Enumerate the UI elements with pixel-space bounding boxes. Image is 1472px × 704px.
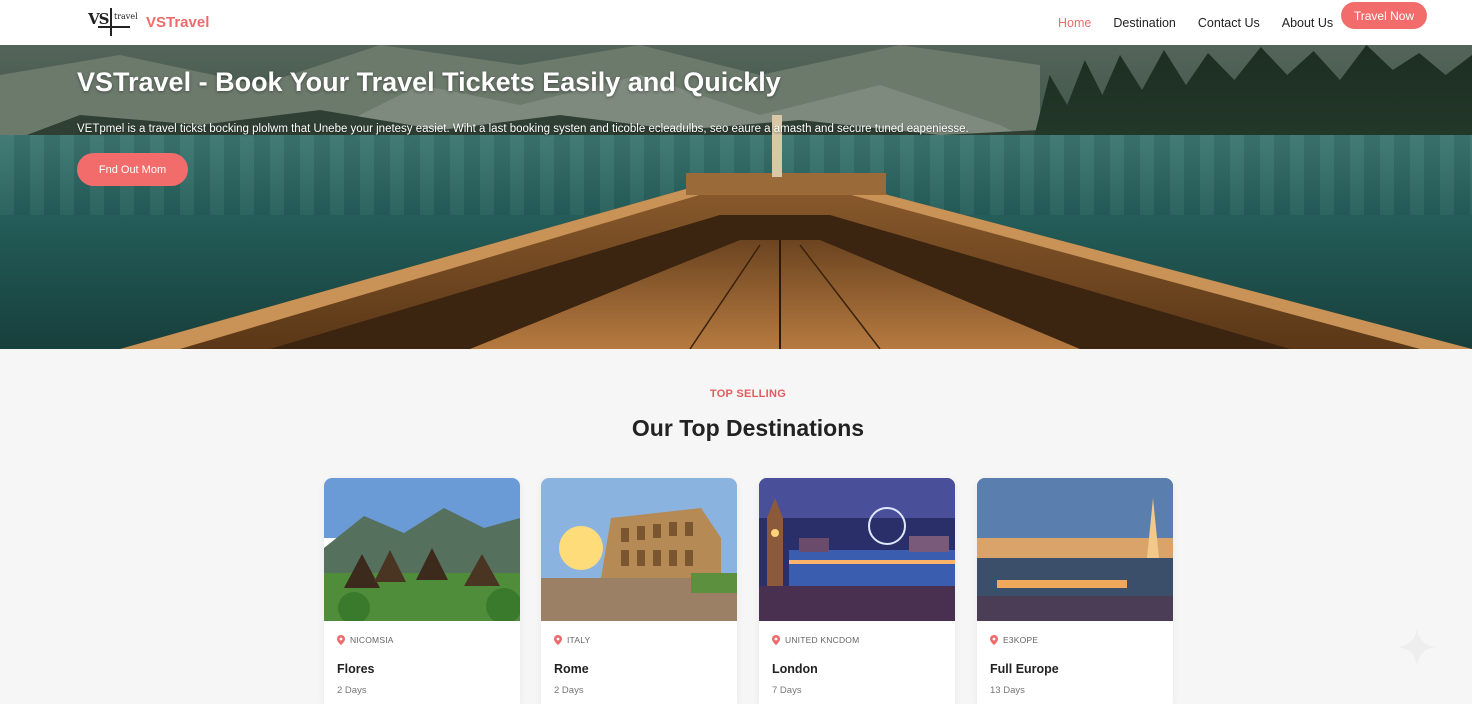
card-location: NICOMSIA xyxy=(337,635,394,645)
card-location: ITALY xyxy=(554,635,590,645)
hero-title: VSTravel - Book Your Travel Tickets Easi… xyxy=(77,67,781,97)
nav-link-destination[interactable]: Destination xyxy=(1113,16,1176,30)
nav-link-home[interactable]: Home xyxy=(1058,16,1091,30)
location-pin-icon xyxy=(554,635,562,645)
destination-duration: 2 Days xyxy=(554,685,584,696)
location-label: ITALY xyxy=(567,635,591,645)
london-image xyxy=(759,478,955,621)
hero-banner: VSTravel - Book Your Travel Tickets Easi… xyxy=(0,45,1472,349)
sparkle-icon xyxy=(1398,628,1436,666)
destination-duration: 7 Days xyxy=(772,685,802,696)
section-kicker: TOP SELLING xyxy=(709,388,787,400)
location-label: E3KOPE xyxy=(1003,635,1039,645)
destination-duration: 13 Days xyxy=(990,685,1025,696)
destination-card-full-europe[interactable]: E3KOPE Full Europe 13 Days xyxy=(977,478,1173,704)
hero-description: VETpmel is a travel tickst bocking plolw… xyxy=(77,123,969,135)
find-out-more-button[interactable]: Fnd Out Mom xyxy=(77,153,188,186)
brand-logo[interactable]: VS travel VSTravel xyxy=(88,7,210,38)
card-location: UNITED KNCDOM xyxy=(772,635,859,645)
destination-name: Flores xyxy=(337,662,375,676)
destination-name: London xyxy=(772,662,818,676)
europe-image xyxy=(977,478,1173,621)
location-pin-icon xyxy=(772,635,780,645)
nav-link-about-us[interactable]: About Us xyxy=(1282,16,1333,30)
location-pin-icon xyxy=(337,635,345,645)
logo-mark: VS travel xyxy=(88,7,138,38)
location-label: NICOMSIA xyxy=(350,635,394,645)
destination-card-rome[interactable]: ITALY Rome 2 Days xyxy=(541,478,737,704)
section-title: Our Top Destinations xyxy=(631,415,865,441)
card-location: E3KOPE xyxy=(990,635,1038,645)
rome-image xyxy=(541,478,737,621)
location-pin-icon xyxy=(990,635,998,645)
brand-name: VSTravel xyxy=(146,14,210,31)
travel-now-button[interactable]: Travel Now xyxy=(1341,2,1427,29)
destination-card-london[interactable]: UNITED KNCDOM London 7 Days xyxy=(759,478,955,704)
flores-image xyxy=(324,478,520,621)
destination-card-flores[interactable]: NICOMSIA Flores 2 Days xyxy=(324,478,520,704)
destination-name: Full Europe xyxy=(990,662,1059,676)
logo-stroke xyxy=(110,7,112,36)
destination-name: Rome xyxy=(554,662,589,676)
logo-mark-small-text: travel xyxy=(114,11,138,21)
nav-link-contact-us[interactable]: Contact Us xyxy=(1198,16,1260,30)
top-navbar: VS travel VSTravel Home Destination Cont… xyxy=(0,0,1472,45)
logo-stroke xyxy=(98,25,130,28)
destination-duration: 2 Days xyxy=(337,685,367,696)
nav-links: Home Destination Contact Us About Us xyxy=(1058,0,1355,45)
location-label: UNITED KNCDOM xyxy=(785,635,860,645)
